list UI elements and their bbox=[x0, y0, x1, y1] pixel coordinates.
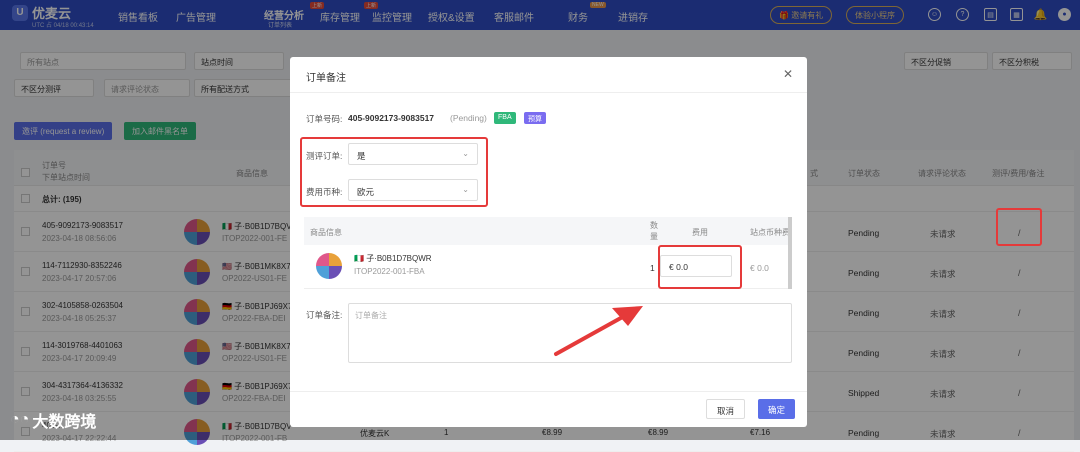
watermark-logo-icon: ◔◔ bbox=[10, 411, 30, 428]
watermark: ◔◔ 大数跨境 bbox=[10, 411, 97, 431]
annotation-arrow bbox=[554, 306, 643, 356]
